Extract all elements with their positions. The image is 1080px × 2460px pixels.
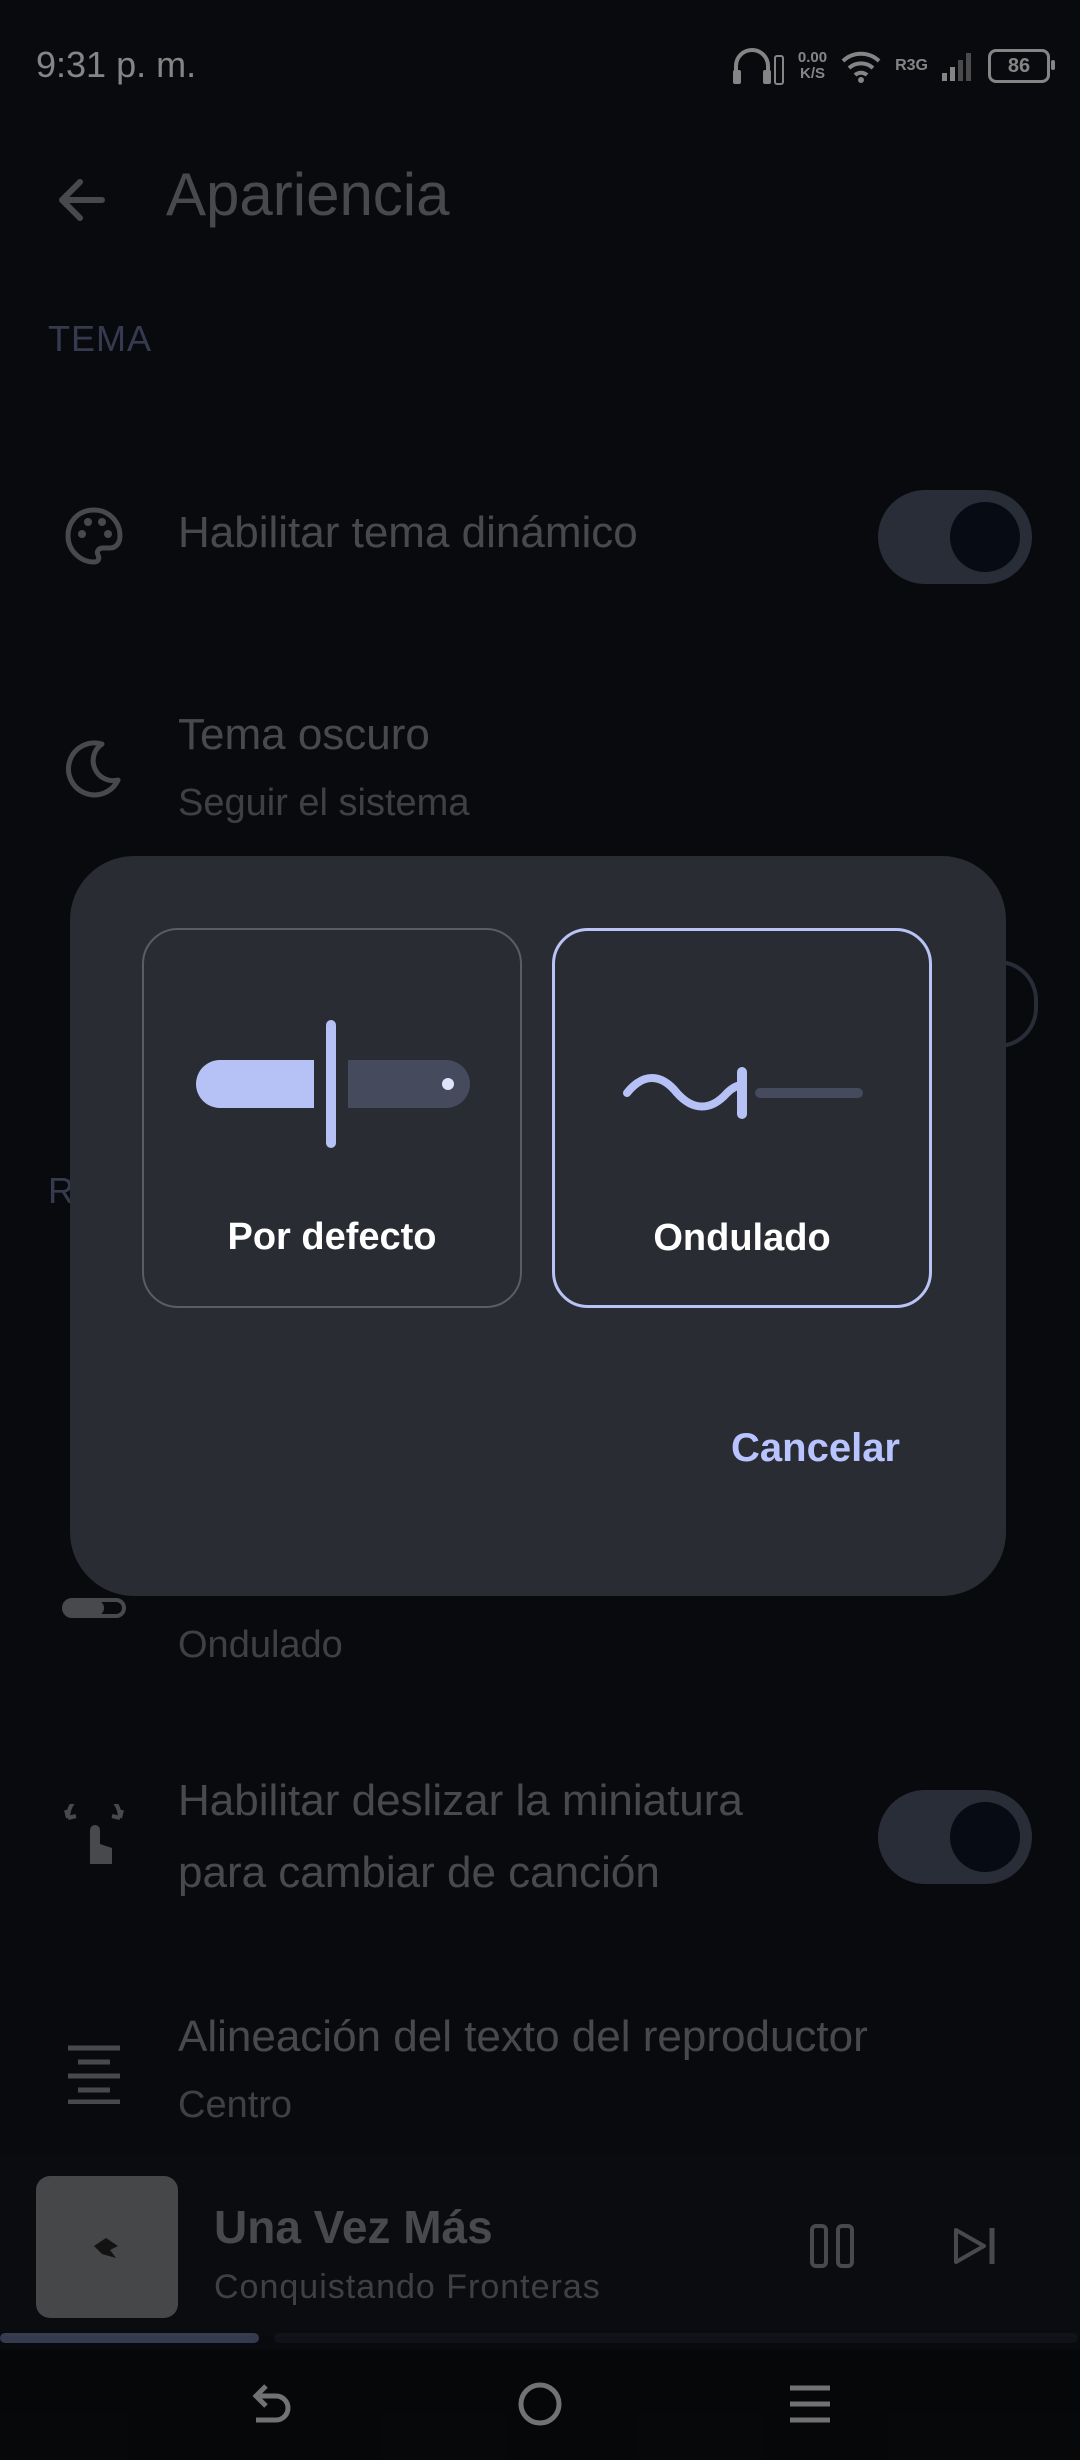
default-slider-preview-icon xyxy=(196,1020,470,1148)
slider-style-dialog: Por defecto Ondulado Cancelar xyxy=(70,856,1006,1596)
wavy-slider-preview-icon xyxy=(623,1074,747,1111)
option-default-label: Por defecto xyxy=(227,1216,437,1258)
cancel-button[interactable]: Cancelar xyxy=(731,1426,900,1471)
option-wavy-label: Ondulado xyxy=(653,1217,831,1259)
option-default[interactable]: Por defecto xyxy=(142,928,522,1308)
option-wavy[interactable]: Ondulado xyxy=(552,928,932,1308)
